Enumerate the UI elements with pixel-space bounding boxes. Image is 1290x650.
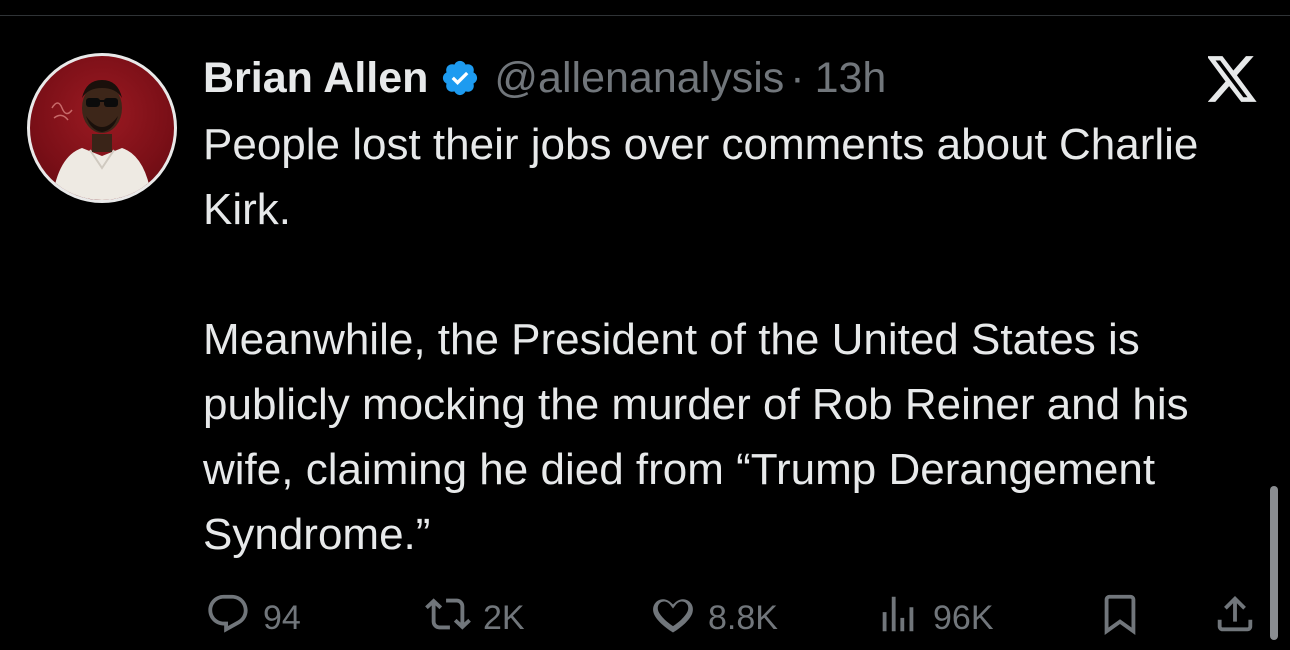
- avatar-portrait-icon: [51, 80, 152, 200]
- share-button[interactable]: [1212, 590, 1258, 646]
- tweet-text: People lost their jobs over comments abo…: [203, 120, 1199, 559]
- timestamp[interactable]: 13h: [815, 54, 887, 103]
- action-bar: 94 2K 8.8K 96K: [0, 590, 1290, 650]
- author-handle[interactable]: @allenanalysis: [494, 54, 784, 103]
- author-name[interactable]: Brian Allen: [203, 54, 428, 103]
- repost-button[interactable]: 2K: [425, 590, 525, 646]
- bookmark-button[interactable]: [1097, 590, 1143, 646]
- reply-icon: [205, 591, 251, 646]
- top-divider: [0, 15, 1290, 16]
- like-button[interactable]: 8.8K: [650, 590, 778, 646]
- views-count: 96K: [933, 598, 994, 637]
- views-button[interactable]: 96K: [875, 590, 994, 646]
- like-count: 8.8K: [708, 598, 778, 637]
- scrollbar[interactable]: [1270, 486, 1278, 640]
- reply-count: 94: [263, 598, 301, 637]
- views-icon: [875, 591, 921, 646]
- repost-icon: [425, 591, 471, 646]
- reply-button[interactable]: 94: [205, 590, 301, 646]
- separator-dot: ·: [790, 53, 805, 102]
- like-icon: [650, 591, 696, 646]
- verified-badge-icon: [440, 58, 480, 98]
- share-icon: [1212, 591, 1258, 646]
- tweet-header: Brian Allen @allenanalysis · 13h: [203, 50, 886, 106]
- repost-count: 2K: [483, 598, 525, 637]
- avatar[interactable]: [27, 53, 177, 203]
- x-logo-icon: [1206, 56, 1258, 102]
- bookmark-icon: [1097, 591, 1143, 646]
